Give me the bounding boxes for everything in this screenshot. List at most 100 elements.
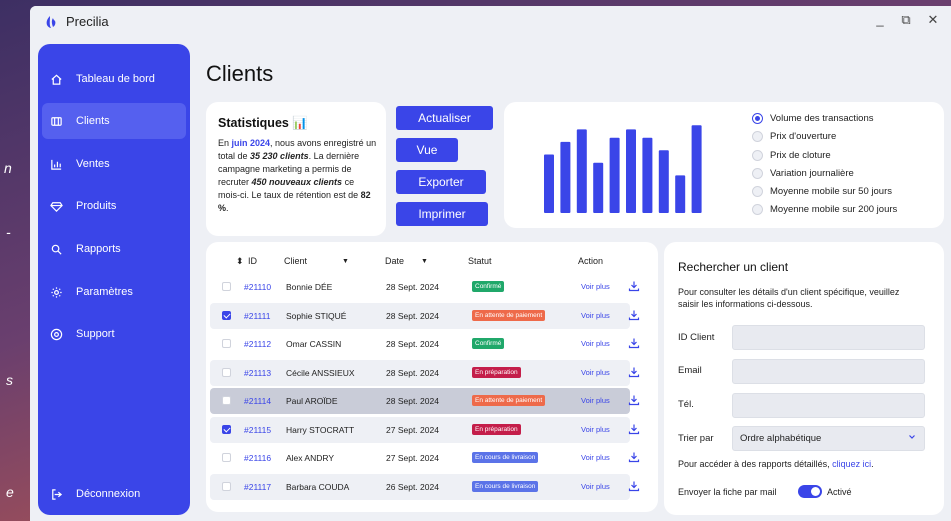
view-more-link[interactable]: Voir plus [581, 425, 610, 434]
download-icon[interactable] [628, 366, 640, 378]
chart-card: Volume des transactions Prix d'ouverture… [504, 102, 944, 228]
status-badge: En attente de paiement [472, 395, 546, 406]
header-action: Action [578, 256, 604, 266]
sidebar-item-label: Clients [76, 115, 110, 127]
sort-icon[interactable]: ⬍ [236, 256, 244, 267]
logout-label: Déconnexion [76, 488, 141, 500]
row-checkbox[interactable] [222, 481, 231, 491]
view-more-link[interactable]: Voir plus [581, 339, 610, 348]
row-checkbox[interactable] [222, 282, 231, 291]
table-row[interactable]: #21116 Alex ANDRY 27 Sept. 2024 Voir plus En… [210, 445, 640, 471]
header-client[interactable]: Client [284, 256, 307, 266]
refresh-button[interactable]: Actualiser [396, 106, 493, 130]
cell-client: Harry STOCRATT [286, 424, 355, 435]
download-icon[interactable] [628, 423, 640, 435]
minimize-button[interactable]: _ [870, 12, 890, 27]
row-checkbox[interactable] [222, 396, 231, 405]
download-icon[interactable] [628, 280, 640, 292]
chart-bar [658, 150, 669, 213]
table-row[interactable]: #21110 Bonnie DÉE 28 Sept. 2024 Voir plus Co… [210, 274, 640, 300]
chevron-down-icon[interactable]: ▼ [342, 258, 349, 265]
download-icon[interactable] [628, 480, 640, 492]
print-button[interactable]: Imprimer [396, 202, 488, 226]
radio-button[interactable] [752, 113, 763, 124]
sidebar-item-label: Tableau de bord [76, 73, 155, 85]
table-row[interactable]: #21113 Cécile ANSSIEUX 28 Sept. 2024 Voir p… [210, 359, 640, 386]
label-phone: Tél. [678, 399, 694, 410]
chart-bar [560, 141, 571, 213]
table-row[interactable]: #21117 Barbara COUDA 26 Sept. 2024 Voir plu… [210, 473, 640, 500]
download-icon[interactable] [628, 337, 640, 349]
send-mail-toggle[interactable] [798, 485, 822, 498]
chart-bar [642, 137, 653, 213]
view-more-link[interactable]: Voir plus [581, 396, 610, 405]
download-icon[interactable] [628, 451, 640, 463]
status-badge: En préparation [472, 423, 521, 435]
title-bar: Precilia _ ⧉ ✕ [30, 6, 951, 38]
chart-option-ma200[interactable]: Moyenne mobile sur 200 jours [752, 204, 897, 215]
radio-button[interactable] [752, 150, 763, 161]
sidebar-item-settings[interactable]: Paramètres [42, 274, 186, 310]
support-icon [50, 328, 76, 341]
chevron-down-icon[interactable]: ▼ [421, 258, 428, 265]
sort-select[interactable]: Ordre alphabétique [732, 426, 925, 451]
cell-client: Bonnie DÉE [286, 282, 333, 292]
logout-button[interactable]: Déconnexion [42, 476, 186, 512]
search-client-card: Rechercher un client Pour consulter les … [664, 242, 944, 515]
chart-option-daily[interactable]: Variation journalière [752, 168, 854, 179]
chart-option-open[interactable]: Prix d'ouverture [752, 131, 836, 142]
download-icon[interactable] [628, 394, 640, 406]
export-button[interactable]: Exporter [396, 170, 486, 194]
row-checkbox[interactable] [222, 367, 231, 377]
chart-option-ma50[interactable]: Moyenne mobile sur 50 jours [752, 186, 892, 197]
sidebar-item-products[interactable]: Produits [42, 188, 186, 224]
download-icon[interactable] [628, 309, 640, 321]
row-checkbox[interactable] [222, 453, 231, 462]
id-client-input[interactable] [732, 325, 925, 350]
chart-bar [576, 129, 587, 213]
stats-card: Statistiques 📊 En juin 2024, nous avons … [206, 102, 386, 236]
row-checkbox[interactable] [222, 339, 231, 348]
table-row[interactable]: #21112 Omar CASSIN 28 Sept. 2024 Voir plus C… [210, 331, 640, 357]
stats-month: juin 2024 [231, 138, 271, 148]
table-row[interactable]: #21115 Harry STOCRATT 27 Sept. 2024 Voir pl… [210, 416, 640, 443]
radio-button[interactable] [752, 204, 763, 215]
sidebar-item-label: Paramètres [76, 286, 133, 298]
sidebar-item-reports[interactable]: Rapports [42, 231, 186, 267]
sidebar-item-clients[interactable]: Clients [42, 103, 186, 139]
view-more-link[interactable]: Voir plus [581, 482, 610, 491]
view-button[interactable]: Vue [396, 138, 458, 162]
radio-button[interactable] [752, 186, 763, 197]
chart-bar [609, 137, 620, 213]
background-fragment: - [6, 224, 11, 240]
chart-option-volume[interactable]: Volume des transactions [752, 113, 874, 124]
sidebar-item-dashboard[interactable]: Tableau de bord [42, 61, 186, 97]
restore-button[interactable]: ⧉ [896, 12, 916, 28]
email-input[interactable] [732, 359, 925, 384]
view-more-link[interactable]: Voir plus [581, 453, 610, 462]
report-link[interactable]: cliquez ici [832, 459, 871, 469]
row-checkbox[interactable] [222, 310, 231, 320]
sidebar-item-support[interactable]: Support [42, 316, 186, 352]
view-more-link[interactable]: Voir plus [581, 311, 610, 320]
gear-icon [50, 286, 76, 299]
view-more-link[interactable]: Voir plus [581, 282, 610, 291]
table-row[interactable]: #21114 Paul AROÏDE 28 Sept. 2024 Voir plus E… [210, 388, 640, 414]
sidebar-item-label: Support [76, 328, 115, 340]
cell-date: 26 Sept. 2024 [386, 481, 439, 492]
cell-client: Alex ANDRY [286, 453, 335, 463]
sidebar-item-label: Produits [76, 200, 117, 212]
header-id[interactable]: ID [248, 256, 257, 266]
chevron-down-icon [909, 435, 915, 439]
sidebar-item-sales[interactable]: Ventes [42, 146, 186, 182]
report-line: Pour accéder à des rapports détaillés, c… [678, 459, 874, 469]
row-checkbox[interactable] [222, 424, 231, 434]
table-row[interactable]: #21111 Sophie STIQUÉ 28 Sept. 2024 Voir plu… [210, 302, 640, 329]
header-date[interactable]: Date [385, 256, 404, 266]
radio-button[interactable] [752, 131, 763, 142]
close-button[interactable]: ✕ [923, 12, 943, 28]
view-more-link[interactable]: Voir plus [581, 368, 610, 377]
chart-option-close[interactable]: Prix de cloture [752, 150, 831, 161]
phone-input[interactable] [732, 393, 925, 418]
radio-button[interactable] [752, 168, 763, 179]
